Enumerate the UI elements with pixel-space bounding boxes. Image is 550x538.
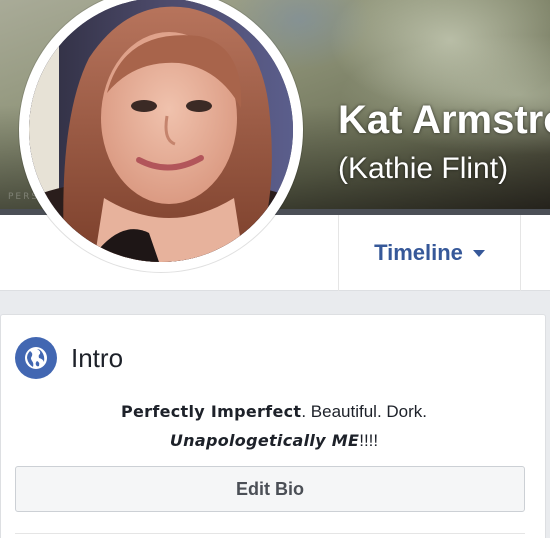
intro-card: Intro Perfectly Imperfect. Beautiful. Do…	[0, 314, 546, 538]
globe-icon	[15, 337, 57, 379]
tab-timeline[interactable]: Timeline	[339, 215, 520, 291]
bio-bold-1: Perfectly Imperfect	[120, 402, 302, 421]
avatar-photo	[29, 0, 293, 262]
bio-text-2: !!!!	[359, 431, 379, 450]
caret-down-icon	[472, 249, 485, 257]
bio-text-1: . Beautiful. Dork.	[301, 402, 428, 421]
tab-timeline-label: Timeline	[374, 240, 463, 265]
card-divider	[15, 533, 525, 534]
bio-line-2: Unapologetically ME!!!!	[1, 431, 547, 451]
edit-bio-button[interactable]: Edit Bio	[15, 466, 525, 512]
intro-header: Intro	[15, 337, 123, 379]
nav-divider	[520, 215, 521, 291]
alternate-name: (Kathie Flint)	[338, 152, 509, 185]
bio-bold-2: Unapologetically ME	[169, 431, 360, 450]
bio-line-1: Perfectly Imperfect. Beautiful. Dork.	[1, 402, 547, 422]
profile-picture[interactable]	[19, 0, 303, 272]
profile-name[interactable]: Kat Armstrong	[338, 98, 550, 143]
avatar	[29, 0, 293, 262]
intro-title: Intro	[71, 342, 124, 373]
